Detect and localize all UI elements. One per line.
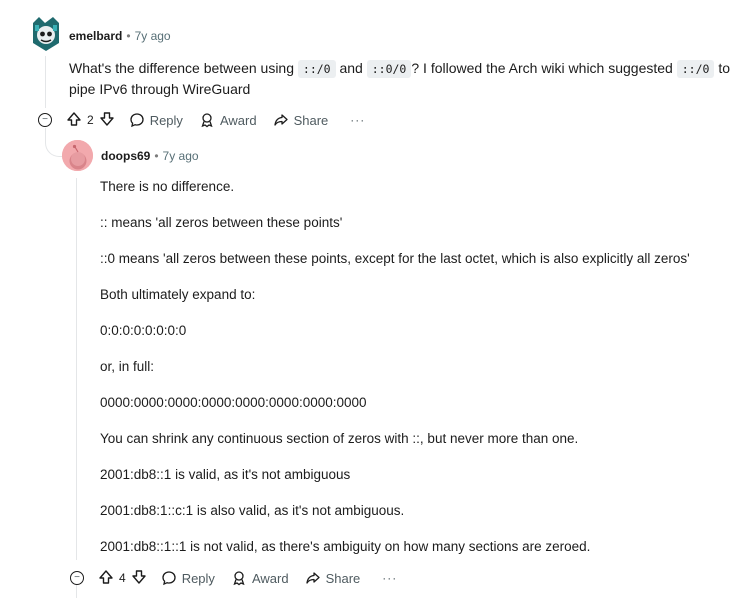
award-label: Award [219, 112, 257, 128]
inline-code: ::0/0 [366, 60, 412, 78]
comment-paragraph: 2001:db8::1::1 is not valid, as there's … [100, 539, 591, 554]
upvote-icon[interactable] [98, 569, 114, 588]
collapse-icon[interactable]: − [70, 571, 84, 585]
more-icon: ··· [350, 113, 366, 127]
more-icon: ··· [382, 571, 398, 585]
upvote-icon[interactable] [66, 111, 82, 130]
author-name[interactable]: doops69 [101, 149, 150, 163]
award-icon [201, 113, 213, 128]
comment-paragraph: :: means 'all zeros between these points… [100, 215, 343, 230]
comment-paragraph: 0:0:0:0:0:0:0:0 [100, 323, 187, 338]
comment-paragraph: Both ultimately expand to: [100, 287, 256, 302]
comment-text: ? I followed the Arch wiki which suggest… [411, 60, 673, 76]
award-icon [233, 571, 245, 586]
avatar-snoo-icon [33, 17, 59, 51]
comment-paragraph: You can shrink any continuous section of… [100, 431, 579, 446]
comment-text: What's the difference between using [69, 60, 294, 76]
avatar[interactable] [31, 17, 61, 51]
comment-text: and [339, 60, 363, 76]
more-options-button[interactable]: ··· [350, 113, 365, 127]
share-icon [305, 572, 320, 584]
reply-bubble-icon [162, 571, 176, 586]
comment-paragraph: 0000:0000:0000:0000:0000:0000:0000:0000 [100, 395, 367, 410]
thread-line [76, 178, 77, 560]
comment-paragraph: 2001:db8::1 is valid, as it's not ambigu… [100, 467, 351, 482]
comment-text: pipe IPv6 through WireGuard [69, 81, 251, 97]
downvote-icon[interactable] [99, 111, 115, 130]
more-options-button[interactable]: ··· [382, 571, 397, 585]
vote-count: 2 [87, 113, 94, 127]
reply-button[interactable]: Reply [161, 570, 215, 586]
share-button[interactable]: Share [273, 112, 329, 128]
share-label: Share [325, 570, 361, 586]
comment-body: What's the difference between using ::/0… [69, 58, 749, 99]
reply-label: Reply [149, 112, 183, 128]
inline-code: ::/0 [297, 60, 336, 78]
timestamp[interactable]: 7y ago [135, 29, 171, 43]
downvote-icon[interactable] [131, 569, 147, 588]
comment-text: to [718, 60, 731, 76]
reply-bubble-icon [130, 113, 144, 128]
comment-actions: − 2 Reply Award Share ··· [38, 110, 381, 130]
avatar[interactable] [62, 140, 93, 171]
collapse-icon[interactable]: − [38, 113, 52, 127]
comment-paragraph: There is no difference. [100, 179, 235, 194]
comment-actions: − 4 Reply Award Share ··· [70, 568, 413, 588]
author-name[interactable]: emelbard [69, 29, 122, 43]
comment-meta: emelbard • 7y ago [69, 29, 171, 43]
share-button[interactable]: Share [305, 570, 361, 586]
avatar-pink-icon [62, 140, 93, 171]
meta-separator: • [154, 149, 159, 163]
thread-line [45, 56, 46, 108]
share-icon [273, 114, 288, 126]
comment-meta: doops69 • 7y ago [101, 149, 199, 163]
comment-paragraph: ::0 means 'all zeros between these point… [100, 251, 690, 266]
comment-paragraph: or, in full: [100, 359, 155, 374]
award-label: Award [251, 570, 289, 586]
reply-button[interactable]: Reply [129, 112, 183, 128]
timestamp[interactable]: 7y ago [163, 149, 199, 163]
reply-label: Reply [181, 570, 215, 586]
comment-paragraph: 2001:db8:1::c:1 is also valid, as it's n… [100, 503, 405, 518]
meta-separator: • [126, 29, 131, 43]
inline-code: ::/0 [676, 60, 715, 78]
share-label: Share [293, 112, 329, 128]
vote-count: 4 [119, 571, 126, 585]
award-button[interactable]: Award [199, 112, 257, 128]
award-button[interactable]: Award [231, 570, 289, 586]
